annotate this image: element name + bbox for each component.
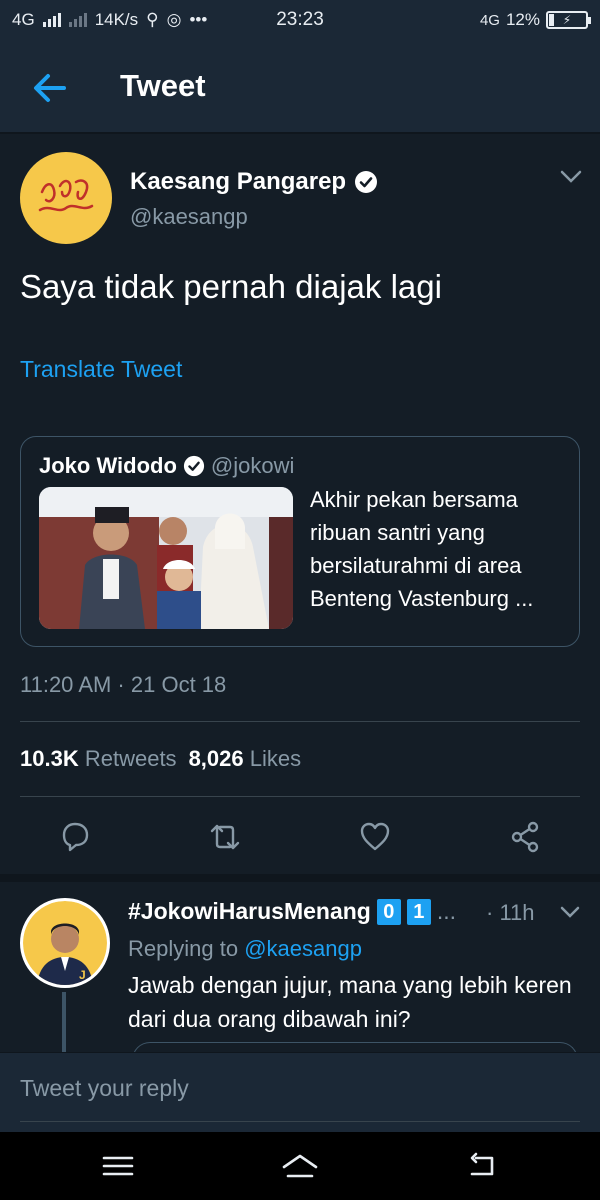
likes-label: Likes xyxy=(249,746,302,771)
retweets-label: Retweets xyxy=(84,746,177,771)
likes-stat[interactable]: 8,026 Likes xyxy=(189,746,302,772)
replying-to: Replying to @kaesangp xyxy=(128,936,362,962)
status-bar: 4G 14K/s ⚲ ◎ ••• 23:23 4G 12% ⚡ xyxy=(0,0,600,40)
author-name-text: Kaesang Pangarep xyxy=(130,168,347,195)
quoted-tweet-text: Akhir pekan bersama ribuan santri yang b… xyxy=(310,487,534,611)
reply-compose-bar: Tweet your reply xyxy=(0,1052,600,1132)
tweet-stats: 10.3K Retweets 8,026 Likes xyxy=(20,746,301,772)
system-nav-bar xyxy=(0,1132,600,1200)
reply-author-avatar[interactable]: J xyxy=(20,898,110,988)
share-icon[interactable] xyxy=(508,820,542,854)
reply-input-underline xyxy=(20,1121,580,1122)
section-separator xyxy=(0,874,600,882)
quoted-author-handle: @jokowi xyxy=(210,453,295,478)
replying-to-handle-link[interactable]: @kaesangp xyxy=(244,936,362,961)
retweets-count: 10.3K xyxy=(20,746,79,771)
author-handle: @kaesangp xyxy=(130,204,248,229)
chevron-down-icon[interactable] xyxy=(560,170,582,184)
tweet-actions xyxy=(0,810,600,864)
verified-badge-icon xyxy=(355,171,378,193)
tweet-text: Saya tidak pernah diajak lagi xyxy=(20,268,442,305)
likes-count: 8,026 xyxy=(188,746,244,771)
tweet-timestamp: 11:20 AM · 21 Oct 18 xyxy=(20,672,227,697)
arrow-left-icon[interactable] xyxy=(30,70,70,106)
emoji-badge-1: 1 xyxy=(406,898,431,925)
reply-author[interactable]: #JokowiHarusMenang 0 1 ... xyxy=(128,898,456,925)
svg-text:J: J xyxy=(79,968,86,982)
heart-icon[interactable] xyxy=(358,820,392,854)
reply-author-name: #JokowiHarusMenang xyxy=(128,898,371,924)
quoted-tweet-photo[interactable] xyxy=(39,487,293,629)
page-title: Tweet xyxy=(120,68,206,103)
translate-tweet-link[interactable]: Translate Tweet xyxy=(20,356,182,383)
quoted-author-name: Joko Widodo xyxy=(39,453,177,478)
thread-line xyxy=(62,992,66,1056)
author-name[interactable]: Kaesang Pangarep xyxy=(130,168,378,196)
replying-to-prefix: Replying to xyxy=(128,936,239,961)
retweets-stat[interactable]: 10.3K Retweets xyxy=(20,746,177,772)
divider xyxy=(20,796,580,797)
reply-text: Jawab dengan jujur, mana yang lebih kere… xyxy=(128,972,572,1032)
menu-icon[interactable] xyxy=(98,1150,138,1182)
battery-icon: ⚡ xyxy=(546,11,591,29)
quoted-tweet-card[interactable]: Joko Widodo @jokowi Akhir pekan bersama xyxy=(20,436,580,647)
quoted-author: Joko Widodo @jokowi xyxy=(39,453,294,479)
clock: 23:23 xyxy=(276,9,324,30)
chevron-down-icon[interactable] xyxy=(560,906,580,919)
reply-input[interactable]: Tweet your reply xyxy=(20,1075,189,1102)
author-avatar[interactable] xyxy=(20,152,112,244)
reply-icon[interactable] xyxy=(58,820,92,854)
divider xyxy=(20,721,580,722)
retweet-icon[interactable] xyxy=(208,820,242,854)
app-bar: Tweet xyxy=(0,40,600,134)
reply-time: · 11h xyxy=(486,900,535,925)
home-icon[interactable] xyxy=(280,1150,320,1182)
emoji-badge-0: 0 xyxy=(376,898,401,925)
back-nav-icon[interactable] xyxy=(462,1150,502,1182)
name-truncation: ... xyxy=(436,898,457,924)
verified-badge-icon xyxy=(183,455,204,477)
